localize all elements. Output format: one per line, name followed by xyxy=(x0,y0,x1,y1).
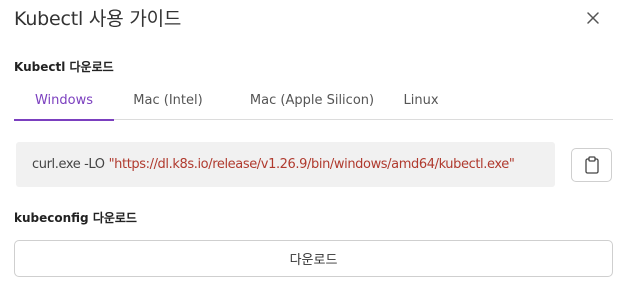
dialog-title: Kubectl 사용 가이드 xyxy=(14,8,182,30)
copy-button[interactable] xyxy=(571,148,612,182)
clipboard-icon xyxy=(584,156,599,174)
tab-windows[interactable]: Windows xyxy=(14,80,114,121)
os-tabs: Windows Mac (Intel) Mac (Apple Silicon) … xyxy=(14,80,613,121)
kubectl-section-label: Kubectl 다운로드 xyxy=(14,60,114,74)
tab-mac-apple-silicon[interactable]: Mac (Apple Silicon) xyxy=(226,80,398,120)
command-url: "https://dl.k8s.io/release/v1.26.9/bin/w… xyxy=(108,157,515,172)
download-button[interactable]: 다운로드 xyxy=(14,240,613,277)
command-prefix: curl.exe -LO xyxy=(32,157,105,172)
kubeconfig-section-label: kubeconfig 다운로드 xyxy=(14,211,137,225)
tab-linux[interactable]: Linux xyxy=(394,80,448,120)
close-button[interactable] xyxy=(584,9,602,27)
tab-mac-intel[interactable]: Mac (Intel) xyxy=(118,80,218,120)
close-icon xyxy=(587,12,599,24)
command-box: curl.exe -LO "https://dl.k8s.io/release/… xyxy=(16,142,555,187)
